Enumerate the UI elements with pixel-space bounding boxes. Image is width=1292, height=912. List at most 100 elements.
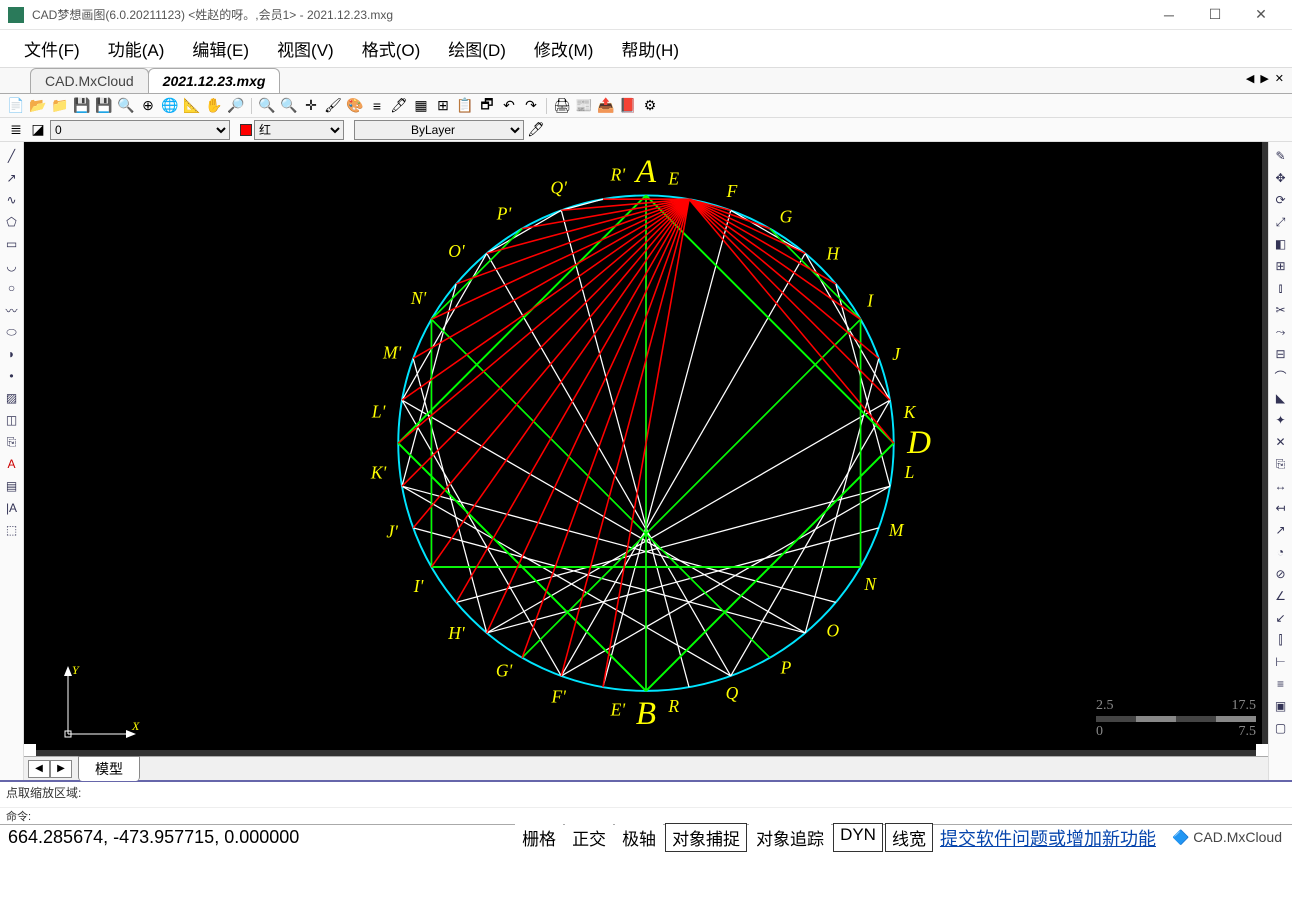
edit-icon[interactable]: ✎ (1271, 146, 1291, 166)
erase-icon[interactable]: ✕ (1271, 432, 1291, 452)
dim-linear-icon[interactable]: ↤ (1271, 498, 1291, 518)
cursor-icon[interactable]: ✛ (301, 96, 321, 116)
preview-icon[interactable]: 📰 (574, 96, 594, 116)
arc-icon[interactable]: ◡ (2, 256, 22, 276)
array-icon[interactable]: ⊞ (1271, 256, 1291, 276)
brush-icon[interactable]: 🖌 (323, 96, 343, 116)
tab-close-icon[interactable]: ✕ (1273, 72, 1286, 85)
block-icon[interactable]: ◫ (2, 410, 22, 430)
status-DYN[interactable]: DYN (833, 823, 883, 852)
menu-file[interactable]: 文件(F) (10, 32, 94, 65)
dim-angular-icon[interactable]: ∠ (1271, 586, 1291, 606)
rectangle-icon[interactable]: ▭ (2, 234, 22, 254)
menu-view[interactable]: 视图(V) (263, 32, 348, 65)
chamfer-icon[interactable]: ◣ (1271, 388, 1291, 408)
redo-icon[interactable]: ↷ (521, 96, 541, 116)
status-线宽[interactable]: 线宽 (885, 823, 933, 852)
tab-prev-icon[interactable]: ◀ (1244, 72, 1256, 85)
menu-modify[interactable]: 修改(M) (520, 32, 607, 65)
settings-icon[interactable]: ⚙ (640, 96, 660, 116)
circle-icon[interactable]: ○ (2, 278, 22, 298)
xline-icon[interactable]: ↗ (2, 168, 22, 188)
status-对象追踪[interactable]: 对象追踪 (749, 823, 831, 852)
tab-next-icon[interactable]: ▶ (1258, 72, 1270, 85)
minimize-button[interactable]: ─ (1146, 0, 1192, 30)
status-正交[interactable]: 正交 (565, 823, 613, 852)
extend-icon[interactable]: ⤳ (1271, 322, 1291, 342)
zoom-extents-icon[interactable]: 🌐 (160, 96, 180, 116)
dim-radius-icon[interactable]: ◔ (1271, 542, 1291, 562)
zoom-prev-icon[interactable]: 🔍 (257, 96, 277, 116)
table-icon[interactable]: ▦ (411, 96, 431, 116)
modeltab-prev-icon[interactable]: ◀ (28, 760, 50, 778)
undo-icon[interactable]: ↶ (499, 96, 519, 116)
color-combo[interactable]: 红 (254, 120, 344, 140)
move-icon[interactable]: ✥ (1271, 168, 1291, 188)
menu-function[interactable]: 功能(A) (94, 32, 179, 65)
pan-icon[interactable]: ✋ (204, 96, 224, 116)
zoom-in-icon[interactable]: ⊕ (138, 96, 158, 116)
saveas-icon[interactable]: 💾 (94, 96, 114, 116)
mirror-icon[interactable]: ◧ (1271, 234, 1291, 254)
modeltab-next-icon[interactable]: ▶ (50, 760, 72, 778)
pdf-icon[interactable]: 📕 (618, 96, 638, 116)
feedback-link[interactable]: 提交软件问题或增加新功能 (934, 825, 1162, 851)
mtext-icon[interactable]: ▤ (2, 476, 22, 496)
new-icon[interactable]: 📄 (6, 96, 26, 116)
copy-obj-icon[interactable]: ⎘ (1271, 454, 1291, 474)
zoom-all-icon[interactable]: 🔍 (279, 96, 299, 116)
ellipse-icon[interactable]: ⬭ (2, 322, 22, 342)
break-icon[interactable]: ⊟ (1271, 344, 1291, 364)
offset-icon[interactable]: ⫾ (1271, 278, 1291, 298)
dtext-icon[interactable]: |A (2, 498, 22, 518)
hatch-icon[interactable]: ▨ (2, 388, 22, 408)
layer-manager-icon[interactable]: ≣ (6, 120, 26, 140)
layer-state-icon[interactable]: ◪ (28, 120, 48, 140)
menu-edit[interactable]: 编辑(E) (178, 32, 263, 65)
canvas-vscroll[interactable] (1262, 142, 1268, 744)
tab-cloud[interactable]: CAD.MxCloud (30, 68, 149, 93)
menu-help[interactable]: 帮助(H) (607, 32, 693, 65)
status-极轴[interactable]: 极轴 (615, 823, 663, 852)
ungroup-icon[interactable]: ▢ (1271, 718, 1291, 738)
spline-icon[interactable]: 〰 (2, 300, 22, 320)
lineweight-combo[interactable]: ByLayer (354, 120, 524, 140)
open-icon[interactable]: 📂 (28, 96, 48, 116)
dim-diameter-icon[interactable]: ⊘ (1271, 564, 1291, 584)
zoom-realtime-icon[interactable]: 🔎 (226, 96, 246, 116)
text-icon[interactable]: A (2, 454, 22, 474)
model-tab[interactable]: 模型 (78, 756, 140, 781)
polygon-icon[interactable]: ⬠ (2, 212, 22, 232)
stretch-icon[interactable]: ↔ (1271, 476, 1291, 496)
polyline-icon[interactable]: ∿ (2, 190, 22, 210)
tab-current-file[interactable]: 2021.12.23.mxg (148, 68, 281, 93)
print-icon[interactable]: 🖨 (552, 96, 572, 116)
copy-icon[interactable]: 📋 (455, 96, 475, 116)
drawing-canvas[interactable]: ABDEFGHIJKLMNOPQRR'Q'P'O'N'M'L'K'J'I'H'G… (24, 142, 1268, 756)
menu-draw[interactable]: 绘图(D) (434, 32, 520, 65)
insert-icon[interactable]: ⊞ (433, 96, 453, 116)
save-icon[interactable]: 💾 (72, 96, 92, 116)
dim-aligned-icon[interactable]: ↗ (1271, 520, 1291, 540)
export-icon[interactable]: 📤 (596, 96, 616, 116)
status-栅格[interactable]: 栅格 (515, 823, 563, 852)
align-icon[interactable]: ≡ (1271, 674, 1291, 694)
palette-icon[interactable]: 🎨 (345, 96, 365, 116)
scale-icon[interactable]: ⤢ (1271, 212, 1291, 232)
point-icon[interactable]: • (2, 366, 22, 386)
line-icon[interactable]: ╱ (2, 146, 22, 166)
canvas-hscroll[interactable] (24, 750, 1256, 756)
zoom-window-icon[interactable]: 🔍 (116, 96, 136, 116)
command-prompt[interactable]: 命令: (0, 807, 1292, 824)
region-icon[interactable]: ⬚ (2, 520, 22, 540)
measure-icon[interactable]: 📐 (182, 96, 202, 116)
explode-icon[interactable]: ✦ (1271, 410, 1291, 430)
dim-continue-icon[interactable]: ⫿ (1271, 630, 1291, 650)
props-icon[interactable]: 🗗 (477, 96, 497, 116)
rotate-icon[interactable]: ⟳ (1271, 190, 1291, 210)
close-button[interactable]: ✕ (1238, 0, 1284, 30)
lineweight-icon[interactable]: 🖊 (526, 120, 546, 140)
ellipse-arc-icon[interactable]: ◗ (2, 344, 22, 364)
trim-icon[interactable]: ✂ (1271, 300, 1291, 320)
group-icon[interactable]: ▣ (1271, 696, 1291, 716)
